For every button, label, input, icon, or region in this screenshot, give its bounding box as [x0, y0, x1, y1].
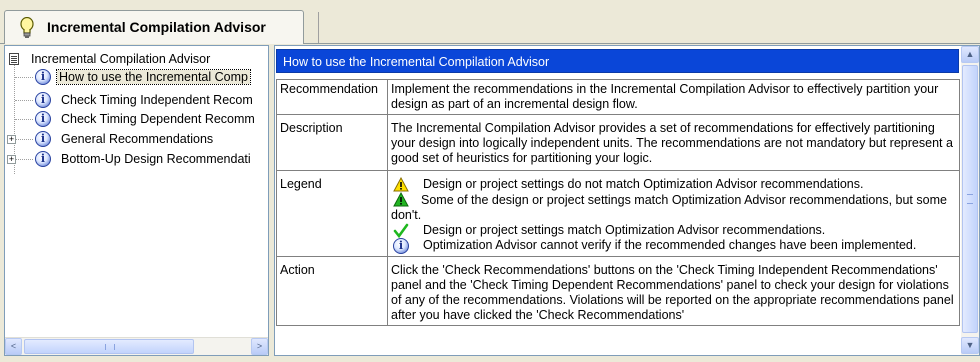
details-heading: How to use the Incremental Compilation A… [276, 49, 959, 73]
tree-item-label: General Recommendations [61, 132, 214, 146]
tab-separator [318, 12, 319, 43]
tree-horizontal-scrollbar[interactable]: < > [5, 337, 268, 355]
legend-text: Design or project settings do not match … [423, 177, 864, 191]
tree-item-label: Check Timing Dependent Recomm [61, 112, 255, 126]
tree-item-bottom-up[interactable]: + i Bottom-Up Design Recommendati [5, 150, 268, 168]
tree-item-general[interactable]: + i General Recommendations [5, 130, 268, 148]
table-row: Description The Incremental Compilation … [276, 114, 960, 171]
row-value-description: The Incremental Compilation Advisor prov… [387, 114, 960, 171]
details-vertical-scrollbar[interactable]: ▲ ▼ [961, 46, 979, 355]
details-pane: How to use the Incremental Compilation A… [274, 45, 980, 356]
row-value-recommendation: Implement the recommendations in the Inc… [387, 79, 960, 115]
scrollbar-thumb[interactable] [962, 65, 978, 333]
info-icon: i [35, 92, 51, 108]
legend-item: Design or project settings do not match … [391, 177, 956, 192]
check-icon [393, 223, 409, 238]
table-row: Legend Design or project settings do not… [276, 170, 960, 257]
tab-title: Incremental Compilation Advisor [47, 19, 266, 35]
tab-incremental-compilation-advisor[interactable]: Incremental Compilation Advisor [4, 10, 304, 43]
table-row: Action Click the 'Check Recommendations'… [276, 256, 960, 326]
tree-root[interactable]: Incremental Compilation Advisor [5, 50, 268, 68]
navigation-tree[interactable]: Incremental Compilation Advisor i How to… [4, 45, 269, 356]
legend-text: Some of the design or project settings m… [391, 193, 947, 222]
info-icon: i [35, 111, 51, 127]
tab-gap [5, 43, 303, 44]
info-icon: i [35, 151, 51, 167]
legend-text: Optimization Advisor cannot verify if th… [423, 238, 917, 252]
row-key-legend: Legend [276, 170, 388, 257]
tree-root-label: Incremental Compilation Advisor [31, 52, 211, 66]
lightbulb-icon [20, 17, 34, 38]
row-value-action: Click the 'Check Recommendations' button… [387, 256, 960, 326]
tree-item-label: How to use the Incremental Comp [56, 69, 251, 85]
legend-item: Some of the design or project settings m… [391, 192, 956, 223]
tree-item-label: Bottom-Up Design Recommendati [61, 152, 251, 166]
grip-icon [105, 344, 115, 350]
info-icon: i [393, 238, 409, 254]
scroll-right-button[interactable]: > [251, 338, 268, 355]
details-table: Recommendation Implement the recommendat… [276, 79, 960, 326]
grip-icon [967, 194, 973, 204]
tree-item-label: Check Timing Independent Recom [61, 93, 253, 107]
row-key-action: Action [276, 256, 388, 326]
expand-icon[interactable]: + [7, 155, 16, 164]
row-key-description: Description [276, 114, 388, 171]
tab-strip: Incremental Compilation Advisor [0, 0, 980, 44]
warning-yellow-icon [393, 177, 409, 192]
row-value-legend: Design or project settings do not match … [387, 170, 960, 257]
table-row: Recommendation Implement the recommendat… [276, 79, 960, 115]
legend-item: i Optimization Advisor cannot verify if … [391, 238, 956, 254]
scrollbar-thumb[interactable] [24, 339, 194, 354]
tree-item-timing-independent[interactable]: i Check Timing Independent Recom [5, 91, 268, 109]
scroll-down-button[interactable]: ▼ [961, 337, 979, 354]
legend-text: Design or project settings match Optimiz… [423, 223, 826, 237]
scroll-left-button[interactable]: < [5, 338, 22, 355]
expand-icon[interactable]: + [7, 135, 16, 144]
scroll-up-button[interactable]: ▲ [961, 46, 979, 63]
info-icon: i [35, 69, 51, 85]
row-key-recommendation: Recommendation [276, 79, 388, 115]
warning-green-icon [393, 192, 409, 207]
tree-item-timing-dependent[interactable]: i Check Timing Dependent Recomm [5, 110, 268, 128]
tree-item-how-to-use[interactable]: i How to use the Incremental Comp [5, 68, 268, 86]
document-list-icon [9, 53, 19, 65]
info-icon: i [35, 131, 51, 147]
legend-item: Design or project settings match Optimiz… [391, 223, 956, 238]
